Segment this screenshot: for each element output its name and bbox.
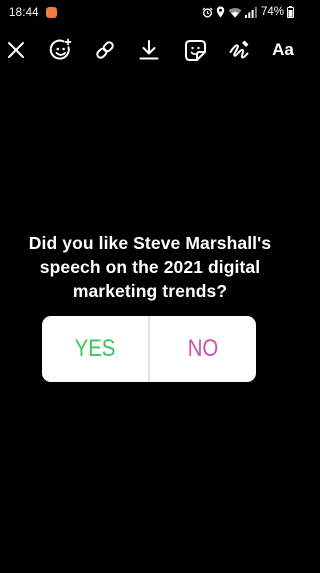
text-button[interactable]: Aa <box>268 36 298 64</box>
notification-icon <box>46 7 57 18</box>
face-effects-icon <box>49 38 73 62</box>
link-icon <box>93 38 117 62</box>
signal-icon <box>244 6 257 18</box>
poll-option-yes[interactable]: YES <box>50 316 140 382</box>
question-line-3: marketing trends? <box>72 281 228 301</box>
battery-percent: 74% <box>260 6 284 18</box>
draw-icon <box>227 38 251 62</box>
download-icon <box>138 39 160 61</box>
link-button[interactable] <box>91 36 119 64</box>
alarm-icon <box>202 6 213 18</box>
poll-sticker[interactable]: YES NO <box>42 316 256 382</box>
story-toolbar: Aa <box>0 36 300 66</box>
download-button[interactable] <box>135 36 163 64</box>
close-button[interactable] <box>2 36 30 64</box>
close-icon <box>7 41 25 59</box>
location-icon <box>216 6 225 18</box>
wifi-icon <box>228 7 242 18</box>
sticker-icon <box>184 39 207 62</box>
face-effects-button[interactable] <box>47 36 75 64</box>
status-icons: 74% <box>202 5 294 19</box>
story-editor-screen: 18:44 74% Aa Did you like Steve Marshall… <box>0 0 300 573</box>
poll-question[interactable]: Did you like Steve Marshall's speech on … <box>0 231 300 303</box>
poll-divider <box>148 316 150 382</box>
sticker-button[interactable] <box>181 36 209 64</box>
status-bar: 18:44 74% <box>0 0 300 26</box>
status-time: 18:44 <box>9 7 39 19</box>
battery-icon <box>287 6 294 18</box>
question-line-1: Did you like Steve Marshall's <box>28 233 272 253</box>
draw-button[interactable] <box>225 36 253 64</box>
poll-option-no[interactable]: NO <box>158 316 248 382</box>
question-line-2: speech on the 2021 digital <box>39 257 261 277</box>
